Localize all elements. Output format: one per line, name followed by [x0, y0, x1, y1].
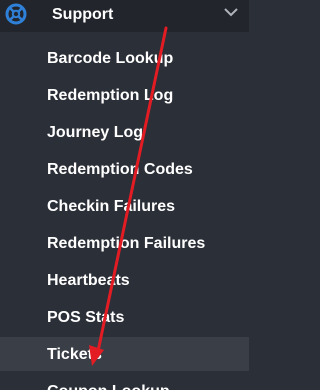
menu-item-redemption-failures[interactable]: Redemption Failures [0, 226, 249, 260]
menu-item-label: Redemption Log [47, 87, 174, 104]
menu-item-pos-stats[interactable]: POS Stats [0, 300, 249, 334]
support-menu: Support Barcode Lookup Redemption Log Jo… [0, 0, 249, 390]
support-section-header[interactable]: Support [0, 0, 249, 32]
lifebuoy-icon [5, 3, 27, 25]
menu-item-label: Barcode Lookup [47, 50, 174, 67]
menu-item-label: Heartbeats [47, 272, 130, 289]
menu-item-redemption-codes[interactable]: Redemption Codes [0, 152, 249, 186]
menu-item-checkin-failures[interactable]: Checkin Failures [0, 189, 249, 223]
menu-item-label: Redemption Codes [47, 161, 193, 178]
chevron-down-icon [224, 8, 238, 17]
menu-item-label: POS Stats [47, 309, 125, 326]
menu-item-coupon-lookup[interactable]: Coupon Lookup [0, 374, 249, 390]
menu-item-label: Checkin Failures [47, 198, 176, 215]
menu-item-label: Redemption Failures [47, 235, 206, 252]
menu-item-heartbeats[interactable]: Heartbeats [0, 263, 249, 297]
menu-item-label: Tickets [47, 346, 102, 363]
support-title: Support [52, 6, 114, 23]
menu-item-barcode-lookup[interactable]: Barcode Lookup [0, 41, 249, 75]
menu-item-tickets[interactable]: Tickets [0, 337, 249, 371]
menu-item-journey-log[interactable]: Journey Log [0, 115, 249, 149]
menu-item-label: Journey Log [47, 124, 144, 141]
menu-item-redemption-log[interactable]: Redemption Log [0, 78, 249, 112]
menu-item-label: Coupon Lookup [47, 382, 170, 390]
